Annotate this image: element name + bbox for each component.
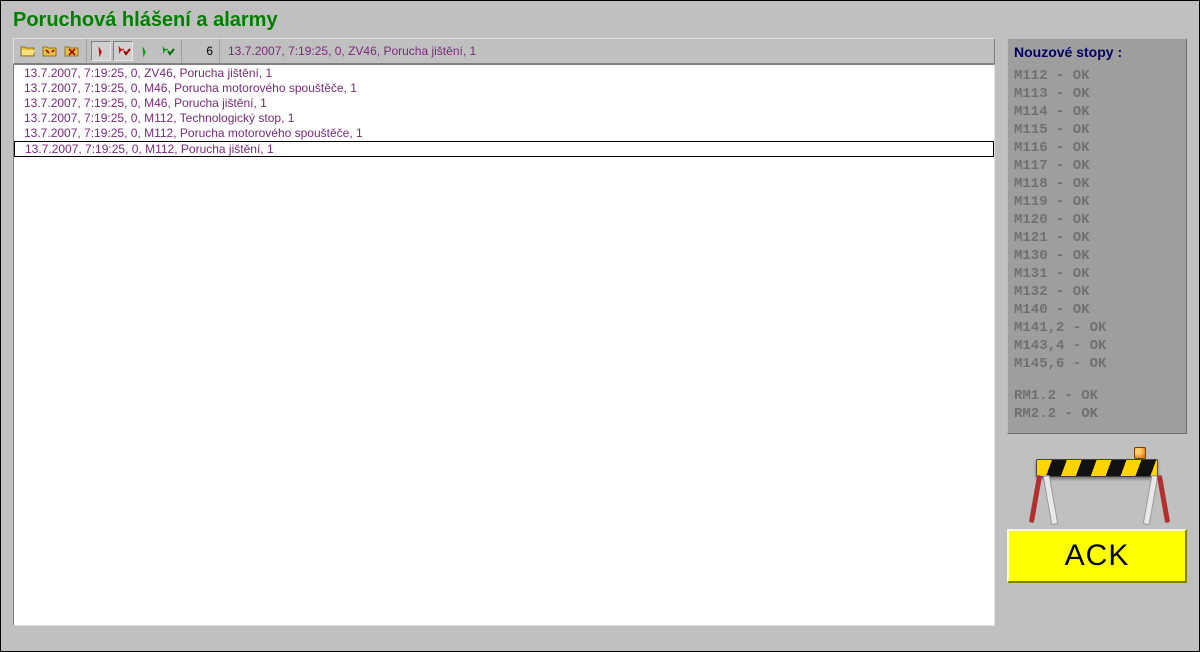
stop-item: M117 - OK — [1014, 157, 1180, 175]
page-title: Poruchová hlášení a alarmy — [1, 1, 1199, 38]
alarm-count: 6 — [182, 39, 220, 63]
stop-item: M140 - OK — [1014, 301, 1180, 319]
alarm-row[interactable]: 13.7.2007, 7:19:25, 0, M46, Porucha jišt… — [14, 96, 994, 111]
folder-archive-icon[interactable] — [40, 41, 60, 61]
ack-button[interactable]: ACK — [1007, 529, 1187, 583]
alarm-row[interactable]: 13.7.2007, 7:19:25, 0, M112, Porucha mot… — [14, 126, 994, 141]
stop-item: RM2.2 - OK — [1014, 405, 1180, 423]
stop-item: M121 - OK — [1014, 229, 1180, 247]
stop-item: M112 - OK — [1014, 67, 1180, 85]
stop-item: M130 - OK — [1014, 247, 1180, 265]
emergency-stops-panel: Nouzové stopy : M112 - OKM113 - OKM114 -… — [1007, 38, 1187, 434]
stop-item: M132 - OK — [1014, 283, 1180, 301]
pin-red-icon[interactable] — [91, 41, 111, 61]
folder-cancel-icon[interactable] — [62, 41, 82, 61]
stop-item: M113 - OK — [1014, 85, 1180, 103]
stop-item: M131 - OK — [1014, 265, 1180, 283]
toolbar-status-text: 13.7.2007, 7:19:25, 0, ZV46, Porucha jiš… — [220, 39, 994, 63]
stop-item: M145,6 - OK — [1014, 355, 1180, 373]
stop-item: RM1.2 - OK — [1014, 387, 1180, 405]
stop-item: M118 - OK — [1014, 175, 1180, 193]
alarm-row[interactable]: 13.7.2007, 7:19:25, 0, M46, Porucha moto… — [14, 81, 994, 96]
pin-green-icon[interactable] — [135, 41, 155, 61]
alarm-row[interactable]: 13.7.2007, 7:19:25, 0, M112, Technologic… — [14, 111, 994, 126]
stop-item: M143,4 - OK — [1014, 337, 1180, 355]
pin-green-check-icon[interactable] — [157, 41, 177, 61]
folder-open-icon[interactable] — [18, 41, 38, 61]
stop-item: M120 - OK — [1014, 211, 1180, 229]
alarm-row[interactable]: 13.7.2007, 7:19:25, 0, M112, Porucha jiš… — [14, 141, 994, 157]
pin-red-check-icon[interactable] — [113, 41, 133, 61]
emergency-stops-title: Nouzové stopy : — [1014, 43, 1180, 61]
stop-item: M114 - OK — [1014, 103, 1180, 121]
stop-item: M119 - OK — [1014, 193, 1180, 211]
stop-item: M141,2 - OK — [1014, 319, 1180, 337]
toolbar: 6 13.7.2007, 7:19:25, 0, ZV46, Porucha j… — [13, 38, 995, 64]
barrier-image — [1007, 434, 1187, 529]
stop-item: M115 - OK — [1014, 121, 1180, 139]
alarm-list[interactable]: 13.7.2007, 7:19:25, 0, ZV46, Porucha jiš… — [13, 64, 995, 626]
alarm-row[interactable]: 13.7.2007, 7:19:25, 0, ZV46, Porucha jiš… — [14, 66, 994, 81]
stop-item: M116 - OK — [1014, 139, 1180, 157]
